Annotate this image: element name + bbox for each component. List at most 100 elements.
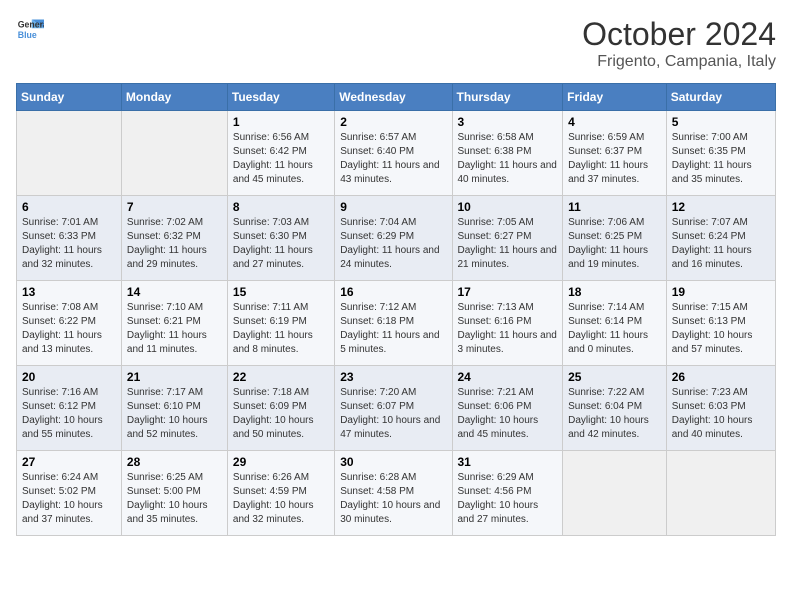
calendar-cell: 20 Sunrise: 7:16 AMSunset: 6:12 PMDayligh…: [17, 366, 122, 451]
calendar-cell: 23 Sunrise: 7:20 AMSunset: 6:07 PMDayligh…: [335, 366, 452, 451]
logo: General Blue: [16, 16, 44, 44]
day-info: Sunrise: 7:17 AMSunset: 6:10 PMDaylight:…: [127, 386, 222, 442]
weekday-header: Wednesday: [335, 84, 452, 111]
calendar-week-row: 13Sunrise: 7:08 AMSunset: 6:22 PMDayligh…: [17, 281, 776, 366]
calendar-week-row: 1 Sunrise: 6:56 AMSunset: 6:42 PMDaylight…: [17, 111, 776, 196]
day-info: Sunrise: 6:57 AMSunset: 6:40 PMDaylight:…: [340, 131, 446, 187]
calendar-week-row: 6 Sunrise: 7:01 AMSunset: 6:33 PMDaylight…: [17, 196, 776, 281]
calendar-cell: 7Sunrise: 7:02 AMSunset: 6:32 PMDaylight…: [121, 196, 227, 281]
calendar-cell: 4 Sunrise: 6:59 AMSunset: 6:37 PMDaylight…: [563, 111, 667, 196]
day-info: Sunrise: 7:07 AMSunset: 6:24 PMDaylight:…: [672, 216, 770, 272]
day-info: Sunrise: 6:56 AMSunset: 6:42 PMDaylight:…: [233, 131, 329, 187]
page-header: General Blue October 2024 Frigento, Camp…: [16, 16, 776, 71]
day-info: Sunrise: 7:00 AMSunset: 6:35 PMDaylight:…: [672, 131, 770, 187]
day-number: 23: [340, 370, 446, 384]
calendar-cell: 13Sunrise: 7:08 AMSunset: 6:22 PMDayligh…: [17, 281, 122, 366]
calendar-table: SundayMondayTuesdayWednesdayThursdayFrid…: [16, 83, 776, 536]
day-info: Sunrise: 7:10 AMSunset: 6:21 PMDaylight:…: [127, 301, 222, 357]
day-number: 8: [233, 200, 329, 214]
calendar-cell: 11 Sunrise: 7:06 AMSunset: 6:25 PMDayligh…: [563, 196, 667, 281]
day-info: Sunrise: 7:03 AMSunset: 6:30 PMDaylight:…: [233, 216, 329, 272]
day-info: Sunrise: 7:23 AMSunset: 6:03 PMDaylight:…: [672, 386, 770, 442]
day-info: Sunrise: 7:20 AMSunset: 6:07 PMDaylight:…: [340, 386, 446, 442]
calendar-cell: 15Sunrise: 7:11 AMSunset: 6:19 PMDayligh…: [227, 281, 334, 366]
calendar-cell: 14 Sunrise: 7:10 AMSunset: 6:21 PMDayligh…: [121, 281, 227, 366]
calendar-cell: 16 Sunrise: 7:12 AMSunset: 6:18 PMDayligh…: [335, 281, 452, 366]
day-number: 20: [22, 370, 116, 384]
calendar-cell: [563, 451, 667, 536]
day-info: Sunrise: 6:59 AMSunset: 6:37 PMDaylight:…: [568, 131, 661, 187]
day-info: Sunrise: 7:05 AMSunset: 6:27 PMDaylight:…: [458, 216, 558, 272]
svg-text:Blue: Blue: [18, 30, 37, 40]
day-number: 26: [672, 370, 770, 384]
calendar-cell: 18Sunrise: 7:14 AMSunset: 6:14 PMDayligh…: [563, 281, 667, 366]
calendar-cell: 5 Sunrise: 7:00 AMSunset: 6:35 PMDaylight…: [666, 111, 775, 196]
day-number: 12: [672, 200, 770, 214]
day-number: 6: [22, 200, 116, 214]
day-number: 5: [672, 115, 770, 129]
calendar-cell: [17, 111, 122, 196]
weekday-header: Saturday: [666, 84, 775, 111]
weekday-header: Friday: [563, 84, 667, 111]
calendar-cell: 6 Sunrise: 7:01 AMSunset: 6:33 PMDaylight…: [17, 196, 122, 281]
calendar-cell: 3Sunrise: 6:58 AMSunset: 6:38 PMDaylight…: [452, 111, 563, 196]
day-number: 15: [233, 285, 329, 299]
day-info: Sunrise: 7:13 AMSunset: 6:16 PMDaylight:…: [458, 301, 558, 357]
calendar-cell: 27Sunrise: 6:24 AMSunset: 5:02 PMDayligh…: [17, 451, 122, 536]
calendar-week-row: 20 Sunrise: 7:16 AMSunset: 6:12 PMDayligh…: [17, 366, 776, 451]
day-number: 16: [340, 285, 446, 299]
day-info: Sunrise: 6:26 AMSunset: 4:59 PMDaylight:…: [233, 471, 329, 527]
day-number: 4: [568, 115, 661, 129]
calendar-cell: 2Sunrise: 6:57 AMSunset: 6:40 PMDaylight…: [335, 111, 452, 196]
calendar-cell: 25Sunrise: 7:22 AMSunset: 6:04 PMDayligh…: [563, 366, 667, 451]
weekday-header-row: SundayMondayTuesdayWednesdayThursdayFrid…: [17, 84, 776, 111]
day-info: Sunrise: 7:04 AMSunset: 6:29 PMDaylight:…: [340, 216, 446, 272]
day-info: Sunrise: 6:25 AMSunset: 5:00 PMDaylight:…: [127, 471, 222, 527]
day-info: Sunrise: 7:06 AMSunset: 6:25 PMDaylight:…: [568, 216, 661, 272]
day-number: 28: [127, 455, 222, 469]
calendar-cell: 1 Sunrise: 6:56 AMSunset: 6:42 PMDaylight…: [227, 111, 334, 196]
calendar-cell: 24Sunrise: 7:21 AMSunset: 6:06 PMDayligh…: [452, 366, 563, 451]
logo-icon: General Blue: [16, 16, 44, 44]
calendar-cell: 9 Sunrise: 7:04 AMSunset: 6:29 PMDaylight…: [335, 196, 452, 281]
day-number: 9: [340, 200, 446, 214]
calendar-cell: 12 Sunrise: 7:07 AMSunset: 6:24 PMDayligh…: [666, 196, 775, 281]
calendar-cell: 17Sunrise: 7:13 AMSunset: 6:16 PMDayligh…: [452, 281, 563, 366]
calendar-cell: 21Sunrise: 7:17 AMSunset: 6:10 PMDayligh…: [121, 366, 227, 451]
day-number: 29: [233, 455, 329, 469]
weekday-header: Thursday: [452, 84, 563, 111]
day-info: Sunrise: 7:01 AMSunset: 6:33 PMDaylight:…: [22, 216, 116, 272]
title-block: October 2024 Frigento, Campania, Italy: [582, 16, 776, 71]
day-number: 1: [233, 115, 329, 129]
weekday-header: Sunday: [17, 84, 122, 111]
calendar-cell: 28 Sunrise: 6:25 AMSunset: 5:00 PMDayligh…: [121, 451, 227, 536]
calendar-cell: 26 Sunrise: 7:23 AMSunset: 6:03 PMDayligh…: [666, 366, 775, 451]
day-info: Sunrise: 7:22 AMSunset: 6:04 PMDaylight:…: [568, 386, 661, 442]
calendar-cell: 10 Sunrise: 7:05 AMSunset: 6:27 PMDayligh…: [452, 196, 563, 281]
day-number: 11: [568, 200, 661, 214]
svg-text:General: General: [18, 19, 44, 29]
day-number: 14: [127, 285, 222, 299]
weekday-header: Monday: [121, 84, 227, 111]
calendar-cell: 31Sunrise: 6:29 AMSunset: 4:56 PMDayligh…: [452, 451, 563, 536]
calendar-cell: 8 Sunrise: 7:03 AMSunset: 6:30 PMDaylight…: [227, 196, 334, 281]
day-info: Sunrise: 7:12 AMSunset: 6:18 PMDaylight:…: [340, 301, 446, 357]
day-number: 13: [22, 285, 116, 299]
calendar-cell: [121, 111, 227, 196]
day-info: Sunrise: 7:15 AMSunset: 6:13 PMDaylight:…: [672, 301, 770, 357]
day-info: Sunrise: 7:18 AMSunset: 6:09 PMDaylight:…: [233, 386, 329, 442]
day-number: 31: [458, 455, 558, 469]
main-title: October 2024: [582, 16, 776, 53]
day-number: 30: [340, 455, 446, 469]
day-info: Sunrise: 7:21 AMSunset: 6:06 PMDaylight:…: [458, 386, 558, 442]
day-number: 22: [233, 370, 329, 384]
day-info: Sunrise: 7:02 AMSunset: 6:32 PMDaylight:…: [127, 216, 222, 272]
day-info: Sunrise: 6:58 AMSunset: 6:38 PMDaylight:…: [458, 131, 558, 187]
day-info: Sunrise: 7:14 AMSunset: 6:14 PMDaylight:…: [568, 301, 661, 357]
day-number: 10: [458, 200, 558, 214]
day-number: 19: [672, 285, 770, 299]
calendar-cell: [666, 451, 775, 536]
day-info: Sunrise: 6:28 AMSunset: 4:58 PMDaylight:…: [340, 471, 446, 527]
calendar-cell: 19 Sunrise: 7:15 AMSunset: 6:13 PMDayligh…: [666, 281, 775, 366]
day-info: Sunrise: 7:16 AMSunset: 6:12 PMDaylight:…: [22, 386, 116, 442]
